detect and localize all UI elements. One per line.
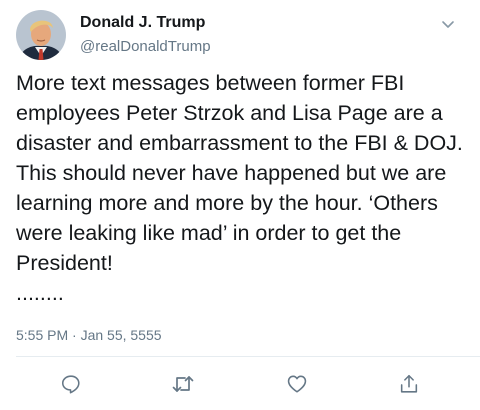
retweet-icon[interactable] xyxy=(170,372,196,396)
divider xyxy=(16,356,480,357)
share-icon[interactable] xyxy=(396,372,422,396)
chevron-down-icon[interactable] xyxy=(438,14,458,34)
user-handle[interactable]: @realDonaldTrump xyxy=(80,38,211,55)
tweet-timestamp[interactable]: 5:55 PM · Jan 55, 5555 xyxy=(16,327,162,343)
reply-icon[interactable] xyxy=(58,372,84,396)
avatar[interactable] xyxy=(16,10,66,60)
tweet-card: Donald J. Trump @realDonaldTrump More te… xyxy=(0,0,480,410)
tweet-text: More text messages between former FBI em… xyxy=(16,71,463,305)
display-name[interactable]: Donald J. Trump xyxy=(80,14,205,32)
heart-icon[interactable] xyxy=(284,372,310,396)
